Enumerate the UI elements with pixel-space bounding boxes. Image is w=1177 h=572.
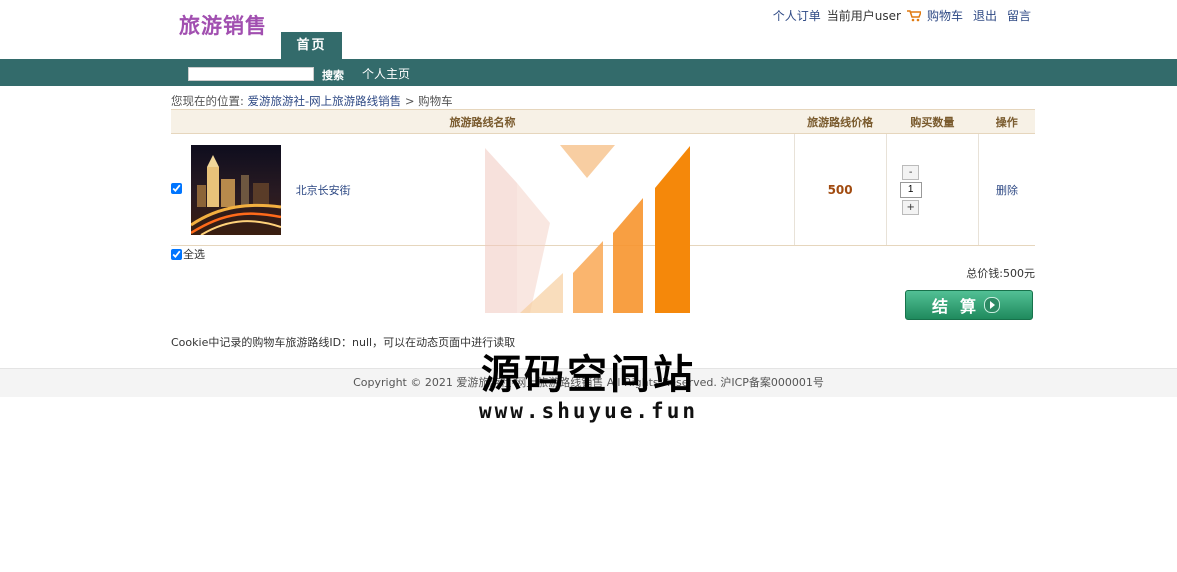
watermark-url: www.shuyue.fun [478,399,698,423]
watermark-title: 源码空间站 [481,352,696,398]
checkout-button[interactable]: 结算 [905,290,1033,320]
route-name-link[interactable]: 北京长安街 [296,184,351,197]
search-button[interactable]: 搜索 [322,67,344,83]
col-route-name: 旅游路线名称 [171,109,795,134]
current-user-label: 当前用户user [826,9,901,23]
search-input[interactable] [188,67,314,81]
select-all-label: 全选 [183,248,205,261]
my-orders-link[interactable]: 个人订单 [773,7,821,24]
decrease-quantity-button[interactable]: - [902,164,920,180]
watermark-logo [485,145,690,313]
col-route-price: 旅游路线价格 [794,109,887,134]
breadcrumb-site-link[interactable]: 爱游旅游社-网上旅游路线销售 [248,94,402,108]
quantity-stepper: - + [899,164,923,215]
col-action: 操作 [978,109,1035,134]
breadcrumb-current: 购物车 [418,94,453,108]
route-thumbnail-cell [190,133,295,246]
select-all-checkbox[interactable] [171,248,182,260]
site-logo[interactable]: 旅游销售 [179,10,267,40]
site-header: 旅游销售 个人订单 当前用户user 购物车 退出 留言 首页 [0,0,1177,59]
route-price-cell: 500 [793,133,887,246]
cart-link[interactable]: 购物车 [927,7,963,24]
total-price: 总价钱:500元 [966,267,1035,280]
quantity-input[interactable] [899,181,922,198]
delete-link[interactable]: 删除 [996,184,1018,197]
row-select-checkbox[interactable] [171,182,182,194]
nav-bar: 搜索 个人主页 [0,59,1177,86]
logout-link[interactable]: 退出 [973,7,997,24]
breadcrumb: 您现在的位置: 爱游旅游社-网上旅游路线销售 > 购物车 [171,93,453,109]
route-thumbnail-image[interactable] [190,144,281,235]
quantity-cell: - + [885,133,979,246]
shopping-cart-icon [906,9,923,22]
action-cell: 删除 [977,133,1035,246]
breadcrumb-prefix: 您现在的位置: [171,94,244,108]
arrow-right-icon [984,297,1001,313]
route-price: 500 [827,182,853,197]
col-quantity: 购买数量 [886,109,979,134]
row-checkbox-cell [171,133,191,246]
increase-quantity-button[interactable]: + [902,199,920,215]
select-all[interactable]: 全选 [171,246,205,262]
tab-home[interactable]: 首页 [281,32,342,59]
cart-header-row: 旅游路线名称 旅游路线价格 购买数量 操作 [171,109,1035,134]
message-link[interactable]: 留言 [1007,7,1031,24]
personal-home-link[interactable]: 个人主页 [362,65,410,82]
checkout-label: 结算 [932,297,989,316]
breadcrumb-separator: > [404,94,415,108]
top-links: 个人订单 当前用户user 购物车 退出 留言 [773,7,1031,24]
